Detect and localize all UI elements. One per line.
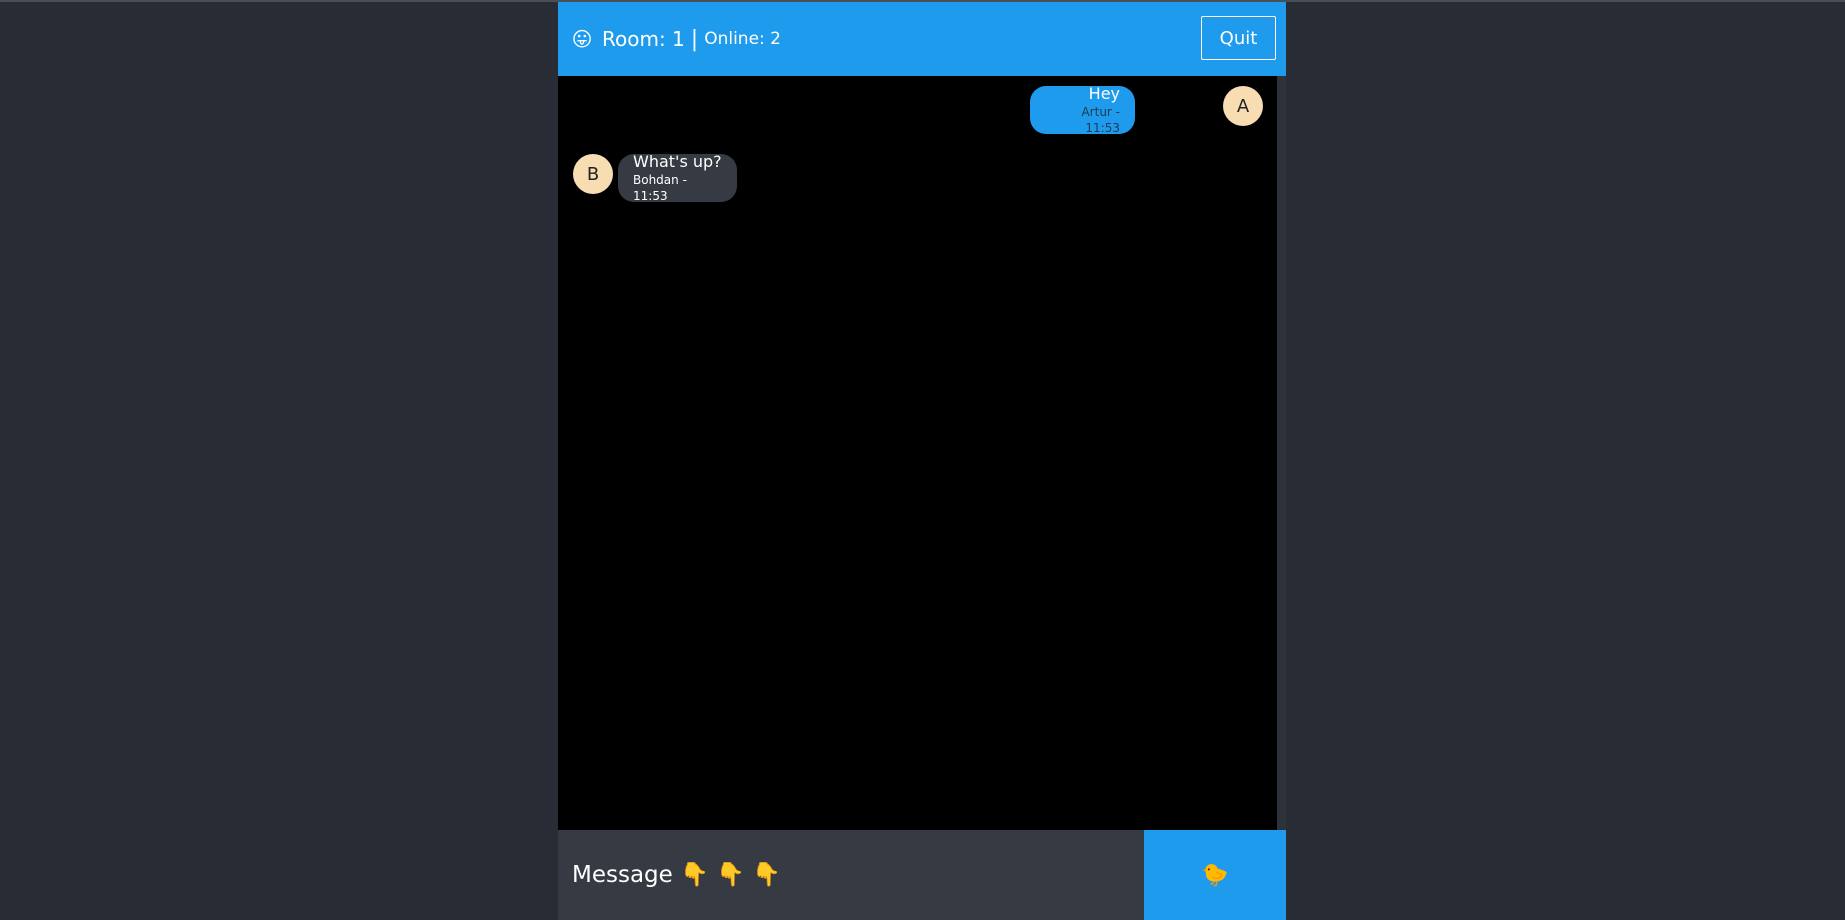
message-meta: Bohdan - 11:53 [633, 173, 687, 203]
message-list: Hey Artur - 11:53 A B What's up? Bohdan … [558, 76, 1277, 830]
room-label: Room: 1 [602, 27, 685, 51]
tongue-face-icon: 😛 [571, 27, 593, 51]
avatar: B [573, 154, 613, 194]
send-button[interactable]: 🐤 [1144, 830, 1286, 920]
chat-app: 😛 Room: 1 | Online: 2 Quit Hey Artur - 1… [558, 2, 1286, 920]
chat-header: 😛 Room: 1 | Online: 2 Quit [558, 2, 1286, 76]
message-text: What's up? [633, 152, 722, 171]
message-list-scrollbar[interactable] [1277, 76, 1286, 830]
chick-icon: 🐤 [1201, 862, 1229, 887]
online-count: Online: 2 [704, 29, 781, 49]
composer [558, 830, 1144, 920]
message-meta: Artur - 11:53 [1081, 105, 1120, 135]
header-separator: | [690, 26, 699, 52]
message-bubble: What's up? Bohdan - 11:53 [618, 152, 737, 203]
quit-button[interactable]: Quit [1201, 16, 1276, 60]
message-text: Hey [1088, 84, 1120, 103]
avatar: A [1223, 86, 1263, 126]
message-bubble: Hey Artur - 11:53 [1030, 84, 1135, 135]
message-input[interactable] [558, 830, 1144, 920]
